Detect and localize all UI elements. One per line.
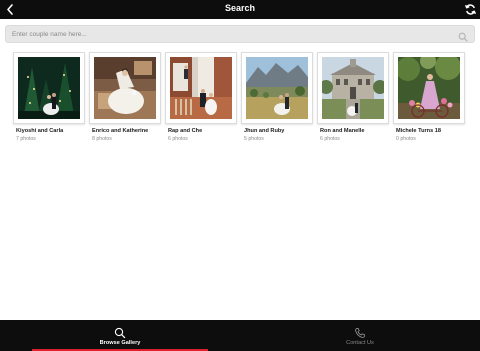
tab-contact-us[interactable]: Contact Us: [240, 320, 480, 351]
search-bar: [5, 25, 475, 43]
search-icon[interactable]: [458, 29, 468, 42]
gallery-name: Michele Turns 18: [396, 128, 441, 134]
gallery-photo-count: 5 photos: [244, 136, 264, 142]
gallery-photo-count: 7 photos: [16, 136, 36, 142]
gallery-card[interactable]: Rap and Che 6 photos: [165, 52, 237, 147]
gallery-thumbnail: [170, 57, 232, 119]
tab-label: Contact Us: [346, 340, 374, 346]
thumbnail-frame: [241, 52, 313, 124]
gallery-photo-count: 6 photos: [168, 136, 188, 142]
gallery-thumbnail: [94, 57, 156, 119]
search-icon: [114, 326, 126, 339]
chevron-left-icon[interactable]: [4, 2, 18, 17]
gallery-card[interactable]: Kiyoshi and Carla 7 photos: [13, 52, 85, 147]
phone-icon: [354, 326, 366, 338]
gallery-thumbnail: [246, 57, 308, 119]
gallery-thumbnail: [322, 57, 384, 119]
gallery-thumbnail: [398, 57, 460, 119]
gallery-photo-count: 6 photos: [320, 136, 340, 142]
gallery-thumbnail: [18, 57, 80, 119]
gallery-photo-count: 0 photos: [396, 136, 416, 142]
gallery-card[interactable]: Enrico and Katherine 8 photos: [89, 52, 161, 147]
page-title: Search: [224, 3, 256, 13]
gallery-card[interactable]: Jhun and Ruby 5 photos: [241, 52, 313, 147]
top-bar: Search: [0, 0, 480, 19]
thumbnail-frame: [89, 52, 161, 124]
gallery-name: Ron and Manelle: [320, 128, 365, 134]
gallery-photo-count: 8 photos: [92, 136, 112, 142]
refresh-icon[interactable]: [464, 3, 477, 16]
thumbnail-frame: [317, 52, 389, 124]
tab-browse-gallery[interactable]: Browse Gallery: [0, 320, 240, 351]
gallery-name: Rap and Che: [168, 128, 203, 134]
gallery-name: Enrico and Katherine: [92, 128, 149, 134]
thumbnail-frame: [13, 52, 85, 124]
search-input[interactable]: [6, 26, 456, 42]
tab-label: Browse Gallery: [99, 340, 141, 346]
gallery-card[interactable]: Michele Turns 18 0 photos: [393, 52, 465, 147]
gallery-grid: Kiyoshi and Carla 7 photos Enrico and Ka…: [13, 52, 478, 152]
thumbnail-frame: [165, 52, 237, 124]
bottom-tab-bar: Browse Gallery Contact Us: [0, 320, 480, 351]
gallery-name: Jhun and Ruby: [244, 128, 285, 134]
gallery-name: Kiyoshi and Carla: [16, 128, 64, 134]
thumbnail-frame: [393, 52, 465, 124]
gallery-card[interactable]: Ron and Manelle 6 photos: [317, 52, 389, 147]
